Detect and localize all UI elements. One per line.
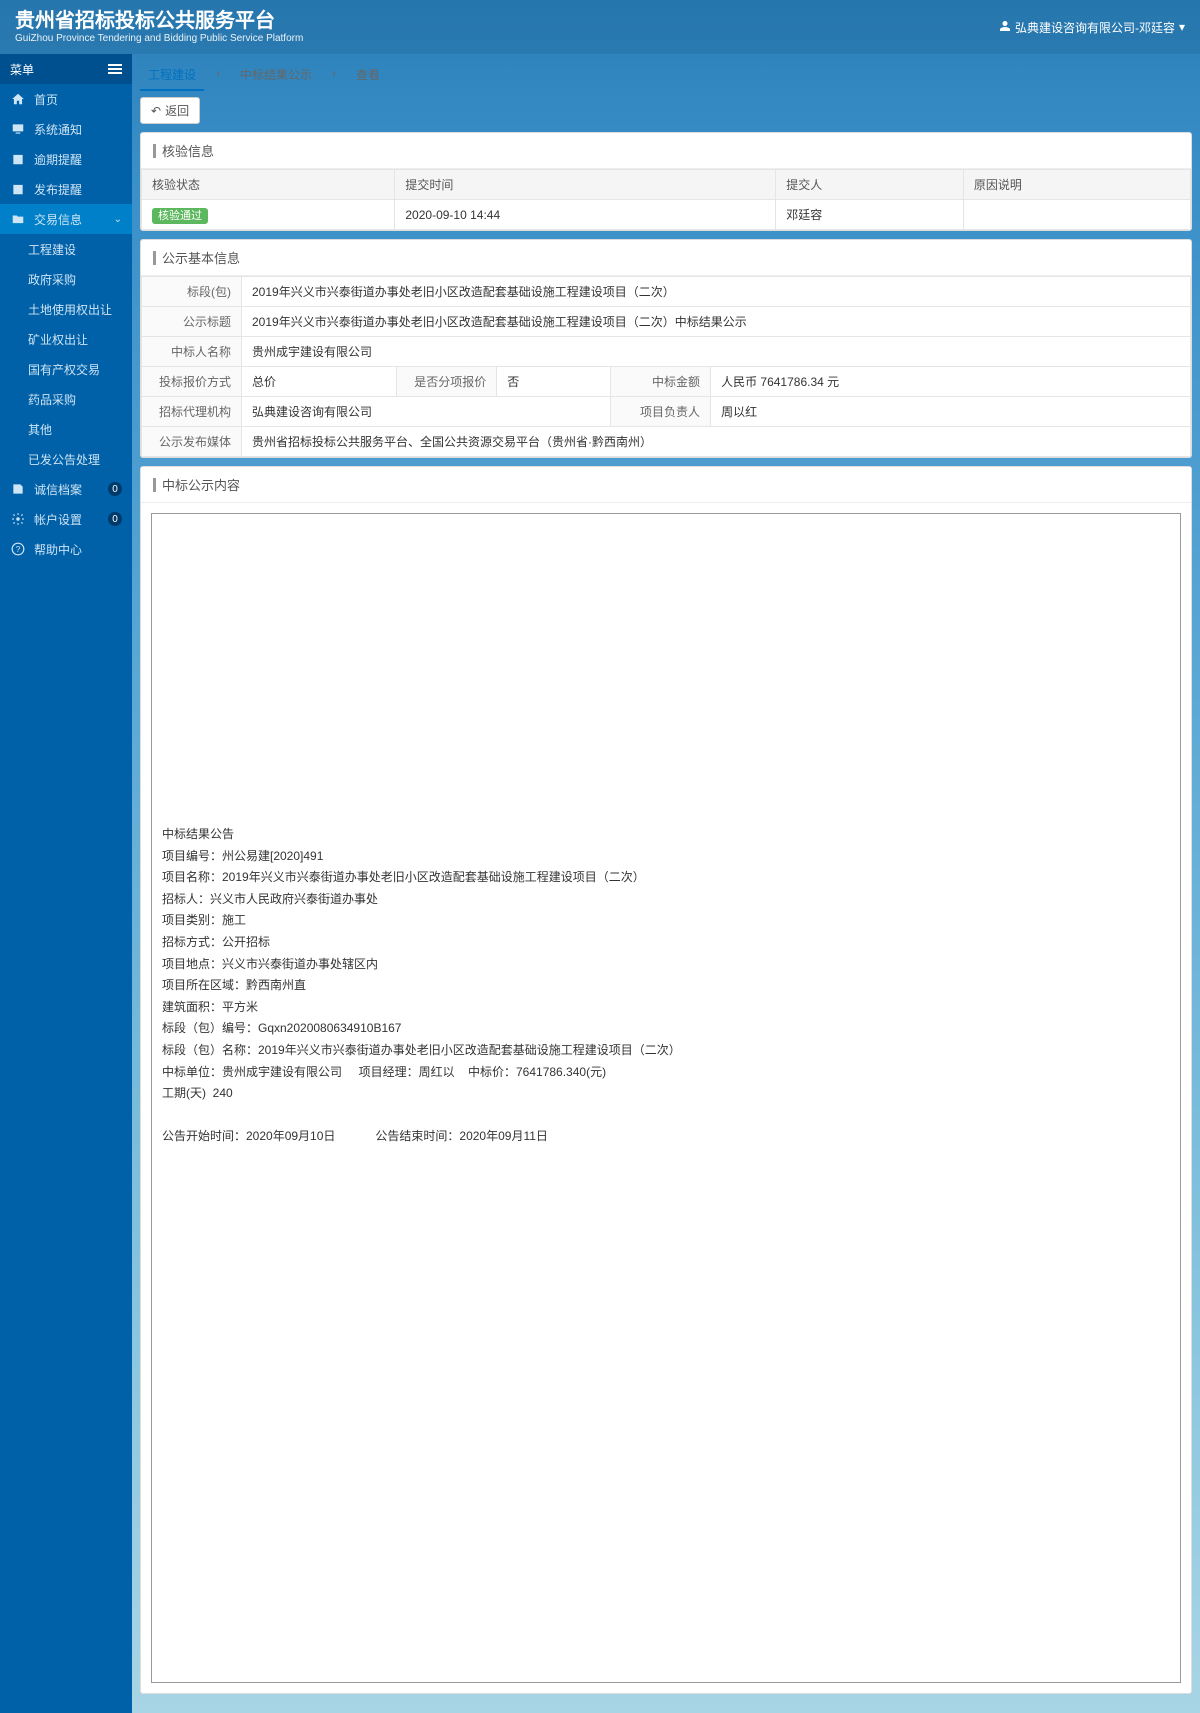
nav-drug[interactable]: 药品采购 [0, 384, 132, 414]
badge: 0 [108, 512, 122, 526]
val-split: 否 [497, 367, 611, 397]
sidebar-header: 菜单 [0, 54, 132, 84]
folder-icon [10, 211, 26, 227]
back-icon: ↶ [151, 104, 161, 118]
help-icon: ? [10, 541, 26, 557]
val-quote: 总价 [242, 367, 397, 397]
user-info[interactable]: 弘典建设咨询有限公司-邓廷容 ▾ [999, 19, 1185, 36]
title-en: GuiZhou Province Tendering and Bidding P… [15, 33, 303, 45]
nav-publish[interactable]: 发布提醒 [0, 174, 132, 204]
nav-processed[interactable]: 已发公告处理 [0, 444, 132, 474]
line: 建筑面积：平方米 [162, 997, 1170, 1019]
gear-icon [10, 511, 26, 527]
nav-home[interactable]: 首页 [0, 84, 132, 114]
val-amount: 人民币 7641786.34 元 [711, 367, 1191, 397]
label-split: 是否分项报价 [397, 367, 497, 397]
nav-help[interactable]: ? 帮助中心 [0, 534, 132, 564]
cell-submitter: 邓廷容 [776, 200, 964, 230]
collapse-icon: ⌄ [114, 214, 122, 225]
th-status: 核验状态 [142, 170, 395, 200]
badge: 0 [108, 482, 122, 496]
check-panel: 核验信息 核验状态 提交时间 提交人 原因说明 核验通过 2020-09-10 … [140, 132, 1192, 231]
content-panel: 中标公示内容 中标结果公告 项目编号：州公易建[2020]491 项目名称：20… [140, 466, 1192, 1694]
cell-reason [963, 200, 1190, 230]
caret-down-icon: ▾ [1179, 20, 1185, 34]
line: 公告开始时间：2020年09月10日 公告结束时间：2020年09月11日 [162, 1126, 1170, 1148]
crumb-sep: › [324, 60, 344, 91]
menu-label: 菜单 [10, 61, 34, 78]
label-media: 公示发布媒体 [142, 427, 242, 457]
line: 标段（包）名称：2019年兴义市兴泰街道办事处老旧小区改造配套基础设施工程建设项… [162, 1040, 1170, 1062]
monitor-icon [10, 121, 26, 137]
label-amount: 中标金额 [611, 367, 711, 397]
breadcrumb: 工程建设 › 中标结果公示 › 查看 [140, 60, 1192, 91]
crumb-l2[interactable]: 中标结果公示 [232, 60, 320, 91]
home-icon [10, 91, 26, 107]
label-segment: 标段(包) [142, 277, 242, 307]
line: 项目名称：2019年兴义市兴泰街道办事处老旧小区改造配套基础设施工程建设项目（二… [162, 867, 1170, 889]
sidebar: 菜单 首页 系统通知 逾期提醒 发布提醒 交易信息 ⌄ 工程建设 政府采购 土地… [0, 54, 132, 1713]
line: 项目编号：州公易建[2020]491 [162, 846, 1170, 868]
announcement-content: 中标结果公告 项目编号：州公易建[2020]491 项目名称：2019年兴义市兴… [151, 513, 1181, 1683]
svg-text:?: ? [16, 545, 21, 554]
profile-icon [10, 481, 26, 497]
line: 工期(天) 240 [162, 1083, 1170, 1105]
nav-construction[interactable]: 工程建设 [0, 234, 132, 264]
val-segment: 2019年兴义市兴泰街道办事处老旧小区改造配套基础设施工程建设项目（二次） [242, 277, 1191, 307]
table-row: 核验通过 2020-09-10 14:44 邓廷容 [142, 200, 1191, 230]
label-agent: 招标代理机构 [142, 397, 242, 427]
val-media: 贵州省招标投标公共服务平台、全国公共资源交易平台（贵州省·黔西南州） [242, 427, 1191, 457]
line: 中标单位：贵州成宇建设有限公司 项目经理：周红以 中标价：7641786.340… [162, 1062, 1170, 1084]
hamburger-icon[interactable] [108, 64, 122, 74]
label-notice-title: 公示标题 [142, 307, 242, 337]
nav-land[interactable]: 土地使用权出让 [0, 294, 132, 324]
th-submitter: 提交人 [776, 170, 964, 200]
nav-overdue[interactable]: 逾期提醒 [0, 144, 132, 174]
val-notice-title: 2019年兴义市兴泰街道办事处老旧小区改造配套基础设施工程建设项目（二次）中标结… [242, 307, 1191, 337]
label-winner: 中标人名称 [142, 337, 242, 367]
platform-title: 贵州省招标投标公共服务平台 GuiZhou Province Tendering… [15, 9, 303, 45]
line: 招标方式：公开招标 [162, 932, 1170, 954]
nav-state[interactable]: 国有产权交易 [0, 354, 132, 384]
th-time: 提交时间 [395, 170, 776, 200]
nav-notice[interactable]: 系统通知 [0, 114, 132, 144]
back-button[interactable]: ↶ 返回 [140, 97, 200, 124]
crumb-l3: 查看 [348, 60, 388, 91]
nav-gov[interactable]: 政府采购 [0, 264, 132, 294]
title-cn: 贵州省招标投标公共服务平台 [15, 9, 303, 33]
val-agent: 弘典建设咨询有限公司 [242, 397, 611, 427]
crumb-sep: › [208, 60, 228, 91]
line: 招标人：兴义市人民政府兴泰街道办事处 [162, 889, 1170, 911]
check-title: 核验信息 [141, 133, 1191, 169]
user-icon [999, 20, 1011, 35]
nav-mining[interactable]: 矿业权出让 [0, 324, 132, 354]
crumb-l1[interactable]: 工程建设 [140, 60, 204, 91]
check-table: 核验状态 提交时间 提交人 原因说明 核验通过 2020-09-10 14:44… [141, 169, 1191, 230]
status-badge: 核验通过 [152, 208, 208, 224]
line: 项目类别：施工 [162, 910, 1170, 932]
label-pm: 项目负责人 [611, 397, 711, 427]
nav-other[interactable]: 其他 [0, 414, 132, 444]
nav-credit[interactable]: 诚信档案 0 [0, 474, 132, 504]
basic-title: 公示基本信息 [141, 240, 1191, 276]
cell-time: 2020-09-10 14:44 [395, 200, 776, 230]
basic-panel: 公示基本信息 标段(包) 2019年兴义市兴泰街道办事处老旧小区改造配套基础设施… [140, 239, 1192, 458]
nav-account[interactable]: 帐户设置 0 [0, 504, 132, 534]
calendar-icon [10, 181, 26, 197]
info-table: 标段(包) 2019年兴义市兴泰街道办事处老旧小区改造配套基础设施工程建设项目（… [141, 276, 1191, 457]
line: 标段（包）编号：Gqxn2020080634910B167 [162, 1018, 1170, 1040]
user-label: 弘典建设咨询有限公司-邓廷容 [1015, 19, 1175, 36]
val-winner: 贵州成宇建设有限公司 [242, 337, 1191, 367]
line: 中标结果公告 [162, 824, 1170, 846]
label-quote: 投标报价方式 [142, 367, 242, 397]
content-title: 中标公示内容 [141, 467, 1191, 503]
line: 项目所在区域：黔西南州直 [162, 975, 1170, 997]
th-reason: 原因说明 [963, 170, 1190, 200]
val-pm: 周以红 [711, 397, 1191, 427]
nav-trade[interactable]: 交易信息 ⌄ [0, 204, 132, 234]
calendar-icon [10, 151, 26, 167]
line: 项目地点：兴义市兴泰街道办事处辖区内 [162, 954, 1170, 976]
